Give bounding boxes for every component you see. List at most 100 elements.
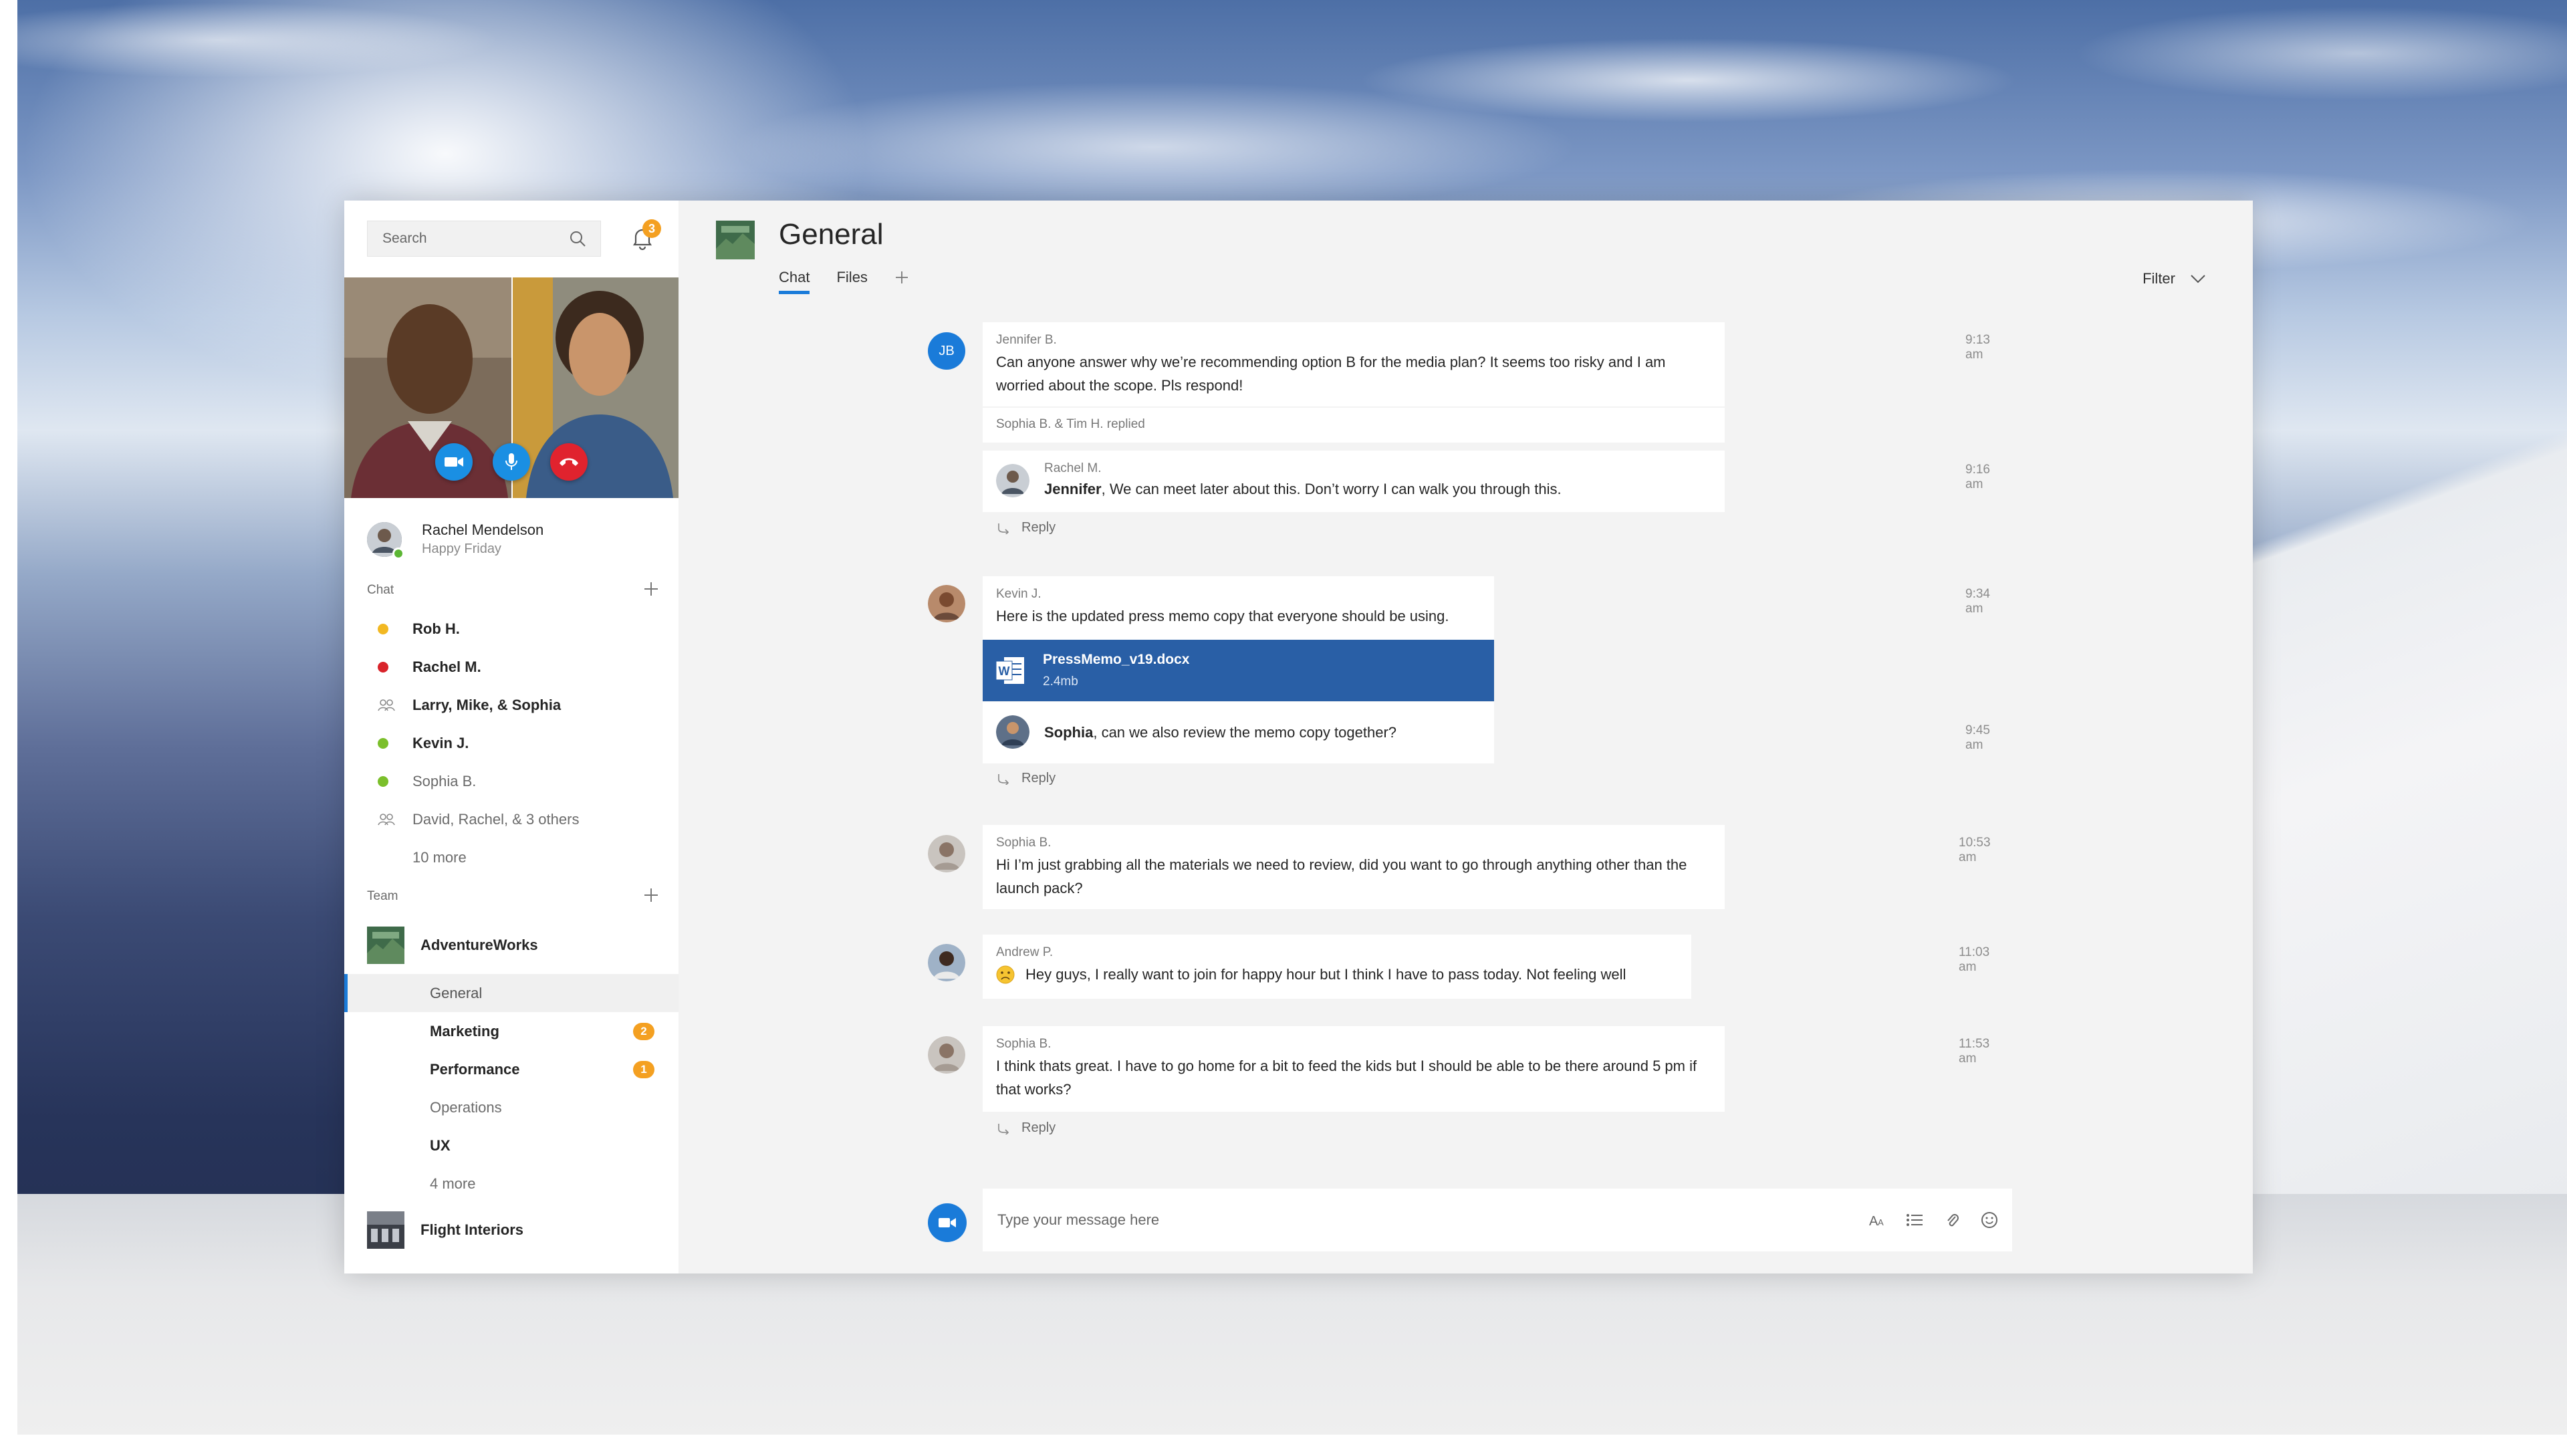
message-timestamp: 11:53 am xyxy=(1959,1037,1990,1066)
message-author: Kevin J. xyxy=(996,587,1042,601)
file-size: 2.4mb xyxy=(1043,675,1078,689)
mention[interactable]: Sophia xyxy=(1044,724,1093,741)
tab-files[interactable]: Files xyxy=(836,269,867,293)
search-icon[interactable] xyxy=(568,229,587,248)
message-timestamp: 9:16 am xyxy=(1965,463,1990,491)
svg-text:A: A xyxy=(1869,1214,1878,1227)
message-text: Sophia, can we also review the memo copy… xyxy=(1044,724,1397,741)
notifications-button[interactable]: 3 xyxy=(629,219,661,254)
chat-item-label: Rachel M. xyxy=(412,658,481,675)
channel-label: Marketing xyxy=(430,1022,499,1040)
message-card[interactable]: Sophia B. I think thats great. I have to… xyxy=(983,1026,1725,1112)
presence-available-icon xyxy=(392,547,404,560)
list-button[interactable] xyxy=(1905,1211,1924,1229)
replies-summary[interactable]: Sophia B. & Tim H. replied xyxy=(983,408,1725,443)
chat-item-label: Kevin J. xyxy=(412,734,469,751)
mention[interactable]: Jennifer xyxy=(1044,481,1102,497)
reply-button[interactable]: Reply xyxy=(996,771,1056,786)
unread-count-badge: 2 xyxy=(633,1022,654,1040)
channel-view: General Chat Files Filter JB Jennifer B.… xyxy=(679,201,2253,1273)
message-author: Rachel M. xyxy=(1044,461,1102,475)
emoji-button[interactable] xyxy=(1980,1211,1999,1229)
reply-button[interactable]: Reply xyxy=(996,520,1056,535)
message-text-row: Hey guys, I really want to join for happ… xyxy=(996,963,1678,986)
chat-item-larry-mike-sophia[interactable]: Larry, Mike, & Sophia xyxy=(344,686,679,724)
team-adventureworks[interactable]: AdventureWorks xyxy=(367,927,538,964)
message-timestamp: 9:34 am xyxy=(1965,587,1990,616)
reply-arrow-icon xyxy=(998,523,1009,534)
chat-item-label: Rob H. xyxy=(412,620,460,637)
sidebar: 3 xyxy=(344,201,679,1273)
add-team-icon[interactable] xyxy=(642,886,660,904)
avatar xyxy=(996,715,1029,749)
channel-logo-icon xyxy=(716,221,755,259)
chat-more-link[interactable]: 10 more xyxy=(344,838,679,876)
reply-card[interactable]: Sophia, can we also review the memo copy… xyxy=(983,702,1494,763)
avatar xyxy=(928,835,965,872)
current-user-status: Happy Friday xyxy=(422,541,501,556)
mic-icon xyxy=(505,453,517,470)
team-name: Flight Interiors xyxy=(420,1221,523,1238)
start-meeting-button[interactable] xyxy=(928,1203,967,1242)
channel-item-general[interactable]: General xyxy=(344,974,679,1012)
message-timestamp: 11:03 am xyxy=(1959,945,1990,974)
avatar xyxy=(928,944,965,981)
reply-button[interactable]: Reply xyxy=(996,1120,1056,1136)
avatar xyxy=(367,521,404,560)
chat-section-title: Chat xyxy=(367,583,394,597)
chat-item-label: Sophia B. xyxy=(412,772,477,790)
current-user[interactable]: Rachel Mendelson Happy Friday xyxy=(367,521,543,560)
channel-item-marketing[interactable]: Marketing 2 xyxy=(344,1012,679,1050)
mute-button[interactable] xyxy=(493,443,530,481)
reply-label: Reply xyxy=(1021,771,1056,785)
chat-item-david-rachel-others[interactable]: David, Rachel, & 3 others xyxy=(344,800,679,838)
message-text: I think thats great. I have to go home f… xyxy=(996,1058,1697,1098)
presence-available-icon xyxy=(378,737,388,749)
search-box[interactable] xyxy=(367,221,601,257)
format-button[interactable]: AA xyxy=(1868,1211,1886,1229)
channel-label: 4 more xyxy=(430,1175,476,1192)
reply-card[interactable]: Rachel M. Jennifer, We can meet later ab… xyxy=(983,451,1725,512)
presence-away-icon xyxy=(378,623,388,634)
attach-button[interactable] xyxy=(1943,1211,1961,1229)
search-input[interactable] xyxy=(381,230,568,247)
message-card[interactable]: Sophia B. Hi I’m just grabbing all the m… xyxy=(983,825,1725,909)
tab-chat[interactable]: Chat xyxy=(779,269,810,294)
video-toggle-button[interactable] xyxy=(435,443,473,481)
unread-count-badge: 1 xyxy=(633,1060,654,1078)
message-composer: AA xyxy=(983,1189,2012,1251)
chat-item-label: Larry, Mike, & Sophia xyxy=(412,696,562,713)
team-section-title: Team xyxy=(367,889,398,903)
channel-more-link[interactable]: 4 more xyxy=(344,1165,679,1203)
chat-item-rob[interactable]: Rob H. xyxy=(344,610,679,648)
video-call-panel[interactable] xyxy=(344,277,679,498)
reply-arrow-icon xyxy=(998,773,1009,785)
message-input[interactable] xyxy=(996,1211,1849,1229)
presence-busy-icon xyxy=(378,661,388,673)
avatar xyxy=(928,1036,965,1074)
add-tab-icon[interactable] xyxy=(894,270,909,285)
message-card[interactable]: Andrew P. Hey guys, I really want to joi… xyxy=(983,935,1691,999)
channel-label: Operations xyxy=(430,1098,502,1116)
channel-item-ux[interactable]: UX xyxy=(344,1126,679,1165)
chat-item-sophia[interactable]: Sophia B. xyxy=(344,762,679,800)
teams-window: 3 xyxy=(344,201,2253,1273)
channel-item-operations[interactable]: Operations xyxy=(344,1088,679,1126)
hang-up-button[interactable] xyxy=(550,443,588,481)
video-icon xyxy=(445,457,463,467)
message-card[interactable]: Kevin J. Here is the updated press memo … xyxy=(983,576,1494,640)
avatar: JB xyxy=(928,332,965,370)
channel-item-performance[interactable]: Performance 1 xyxy=(344,1050,679,1088)
team-flight-interiors[interactable]: Flight Interiors xyxy=(367,1211,523,1249)
reply-label: Reply xyxy=(1021,1120,1056,1135)
chat-item-rachel[interactable]: Rachel M. xyxy=(344,648,679,686)
file-attachment[interactable]: W PressMemo_v19.docx 2.4mb xyxy=(983,640,1494,701)
filter-dropdown[interactable]: Filter xyxy=(2143,270,2206,287)
chat-item-kevin[interactable]: Kevin J. xyxy=(344,724,679,762)
channel-tabs: Chat Files xyxy=(779,269,909,294)
avatar xyxy=(996,464,1029,497)
file-name: PressMemo_v19.docx xyxy=(1043,652,1190,667)
add-chat-icon[interactable] xyxy=(642,580,660,598)
reply-arrow-icon xyxy=(998,1123,1009,1134)
message-card[interactable]: Jennifer B. Can anyone answer why we’re … xyxy=(983,322,1725,406)
